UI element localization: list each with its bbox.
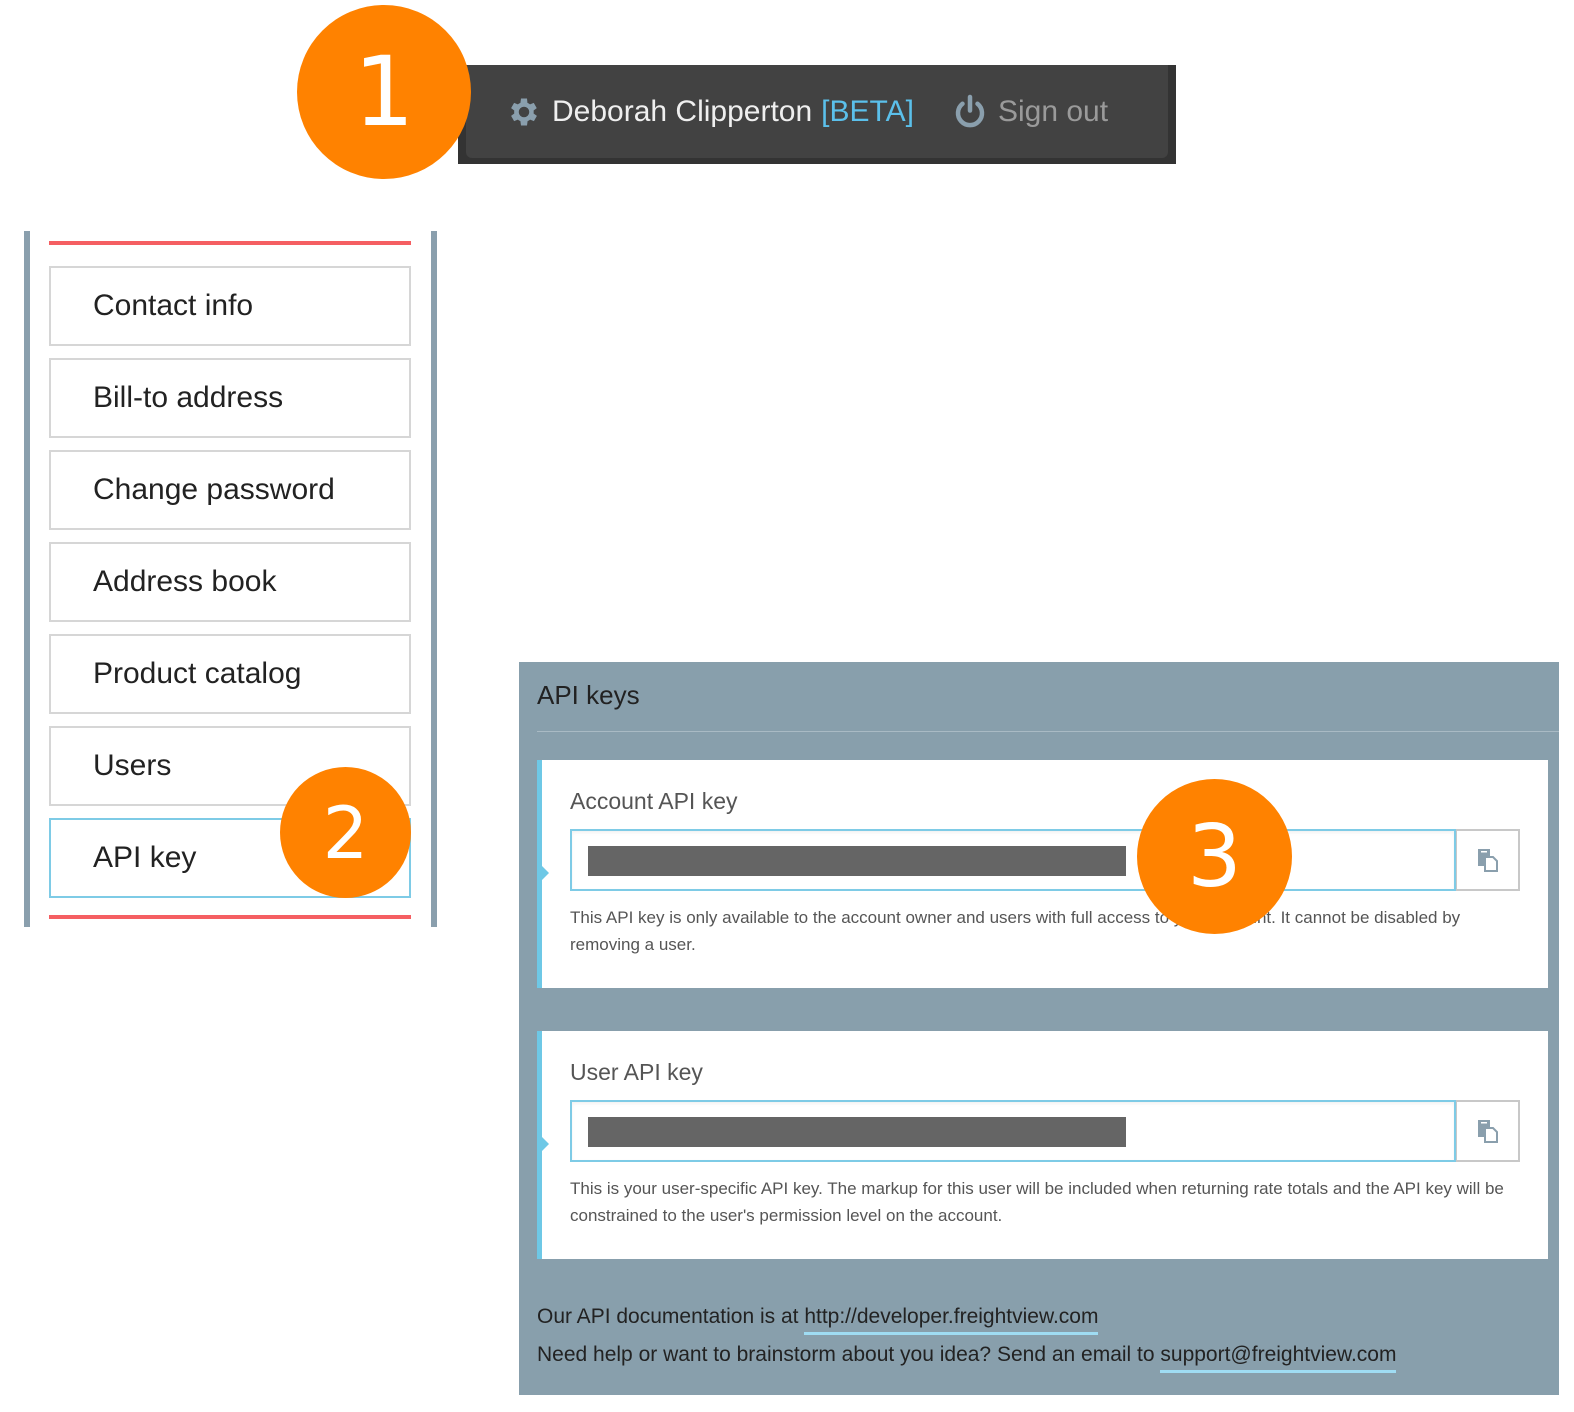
redacted-key-value (588, 846, 1126, 876)
sidebar-item-contact-info[interactable]: Contact info (49, 266, 411, 346)
sidebar-item-change-password[interactable]: Change password (49, 450, 411, 530)
sign-out-button[interactable]: Sign out (952, 93, 1108, 131)
user-api-key-card: User API key This is your user-specific … (537, 1031, 1548, 1259)
sidebar-rail-left (24, 231, 30, 927)
sidebar-divider-bottom (49, 915, 411, 919)
copy-icon (1476, 1118, 1500, 1144)
sidebar-item-label: Change password (93, 473, 335, 506)
sidebar-item-label: API key (93, 841, 197, 874)
sign-out-label: Sign out (997, 94, 1109, 128)
sidebar-divider-top (49, 241, 411, 245)
sidebar-item-product-catalog[interactable]: Product catalog (49, 634, 411, 714)
account-api-key-label: Account API key (570, 788, 738, 814)
user-name[interactable]: Deborah Clipperton (552, 95, 812, 129)
sidebar-item-label: Bill-to address (93, 381, 284, 414)
docs-prefix: Our API documentation is at (537, 1305, 805, 1328)
account-api-key-help: This API key is only available to the ac… (570, 908, 1461, 954)
gear-icon[interactable] (506, 94, 542, 130)
power-icon (952, 93, 988, 131)
sidebar-rail-right (431, 231, 437, 927)
sidebar-item-bill-to-address[interactable]: Bill-to address (49, 358, 411, 438)
panel-title: API keys (537, 680, 640, 710)
beta-badge: [BETA] (821, 94, 914, 128)
copy-user-key-button[interactable] (1456, 1100, 1520, 1162)
callout-badge-3: 3 (1137, 779, 1292, 934)
sidebar-item-label: Users (93, 749, 172, 782)
api-keys-panel: API keys Account API key This API key is… (519, 662, 1559, 1395)
account-api-key-card: Account API key This API key is only ava… (537, 760, 1548, 988)
user-api-key-row (570, 1100, 1520, 1162)
card-marker (542, 1137, 549, 1151)
user-api-key-label: User API key (570, 1059, 703, 1085)
docs-line: Our API documentation is at http://devel… (537, 1302, 1396, 1340)
sidebar-item-label: Product catalog (93, 657, 302, 690)
copy-account-key-button[interactable] (1456, 829, 1520, 891)
docs-link[interactable]: http://developer.freightview.com (804, 1305, 1099, 1335)
sidebar-item-address-book[interactable]: Address book (49, 542, 411, 622)
user-api-key-field[interactable] (570, 1100, 1456, 1162)
copy-icon (1476, 847, 1500, 873)
sidebar-item-label: Address book (93, 565, 277, 598)
help-line: Need help or want to brainstorm about yo… (537, 1340, 1397, 1378)
card-marker (542, 866, 549, 880)
user-api-key-help: This is your user-specific API key. The … (570, 1179, 1504, 1225)
support-email-link[interactable]: support@freightview.com (1160, 1343, 1397, 1373)
help-prefix: Need help or want to brainstorm about yo… (537, 1343, 1161, 1366)
account-header: Deborah Clipperton [BETA] Sign out (466, 65, 1168, 158)
api-footer: Our API documentation is at http://devel… (537, 1302, 1397, 1378)
callout-badge-2: 2 (280, 767, 411, 898)
panel-divider (537, 731, 1559, 732)
sidebar-item-label: Contact info (93, 289, 254, 322)
account-api-key-field[interactable] (570, 829, 1456, 891)
account-api-key-row (570, 829, 1520, 891)
redacted-key-value (588, 1117, 1126, 1147)
account-header-bar: Deborah Clipperton [BETA] Sign out (458, 65, 1176, 164)
callout-badge-1: 1 (297, 5, 471, 179)
